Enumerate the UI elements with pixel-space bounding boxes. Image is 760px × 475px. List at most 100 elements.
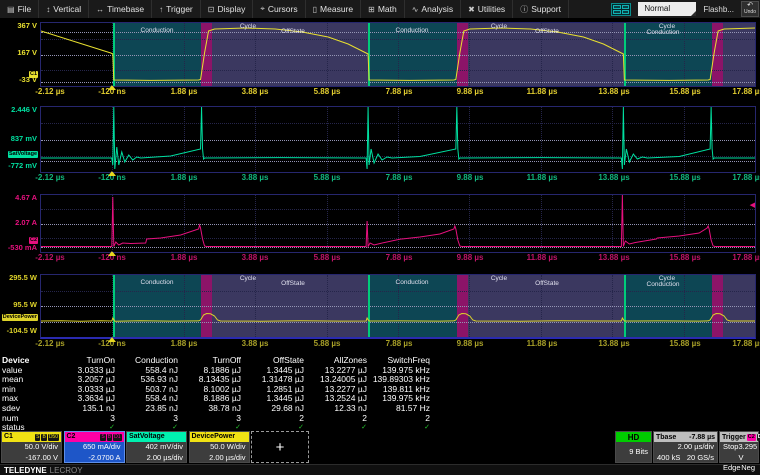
satvoltage-waveform (41, 107, 755, 172)
zone-label: Cycle (240, 23, 256, 30)
descriptor-badge: S (35, 434, 40, 441)
menu-item-vertical[interactable]: ↕Vertical (39, 0, 89, 18)
undo-button[interactable]: ↶ Undo (741, 1, 759, 17)
menu-item-trigger[interactable]: ↑Trigger (152, 0, 201, 18)
trigger-slope: Neg (741, 463, 755, 474)
channel-descriptor-c1[interactable]: C1SBD5050.0 V/div-167.00 V (1, 431, 62, 463)
table-cell: 135.1 nJ (52, 404, 115, 414)
timebase-descriptor[interactable]: Tbase -7.88 µs 2.00 µs/div 400 kS 20 GS/… (653, 431, 718, 463)
channel-descriptor-c2[interactable]: C2SBD1650 mA/div-2.0700 A (64, 431, 125, 463)
menu-item-label: Trigger (166, 4, 193, 14)
menu-item-label: Vertical (53, 4, 81, 14)
x-tick-label: 17.88 µs (732, 339, 760, 348)
menu-item-math[interactable]: ⊞Math (361, 0, 405, 18)
measure-icon: ▯ (313, 5, 317, 14)
trigger-mode-dropdown[interactable]: Normal (638, 2, 696, 16)
channel-ground-marker-devicepower[interactable]: DevicePower (2, 314, 38, 321)
y-axis-label-bottom: -772 mV (0, 161, 37, 170)
x-tick-label: 11.88 µs (527, 253, 558, 262)
x-tick-label: 9.88 µs (457, 173, 484, 182)
hd-mode-box[interactable]: HD 9 Bits (615, 431, 652, 463)
measurement-table: DeviceTurnOnConductionTurnOffOffStateAll… (2, 356, 430, 433)
status-bar: TELEDYNELECROY (0, 464, 760, 475)
descriptor-header: C1SBD50 (2, 432, 61, 442)
y-axis-label-top: 4.67 A (0, 193, 37, 202)
x-tick-label: 13.88 µs (598, 173, 629, 182)
grid-section-devicepower: 295.5 W 95.5 W -104.5 W DevicePower Cond… (0, 274, 760, 351)
channel-descriptor-satvoltage[interactable]: SatVoltage402 mV/div2.00 µs/div (126, 431, 187, 463)
menu-item-support[interactable]: ⓘSupport (513, 0, 569, 18)
y-axis-label-mid: 2.07 A (0, 218, 37, 227)
y-axis-label-bottom: -104.5 W (0, 326, 37, 335)
waveform-grid-c1[interactable]: ConductionCycleOffStateConductionCycleOf… (40, 22, 756, 87)
menu-item-analysis[interactable]: ∿Analysis (405, 0, 461, 18)
menu-item-label: Measure (320, 4, 353, 14)
menu-item-measure[interactable]: ▯Measure (306, 0, 361, 18)
y-axis-label-top: 367 V (0, 21, 37, 30)
trigger-level-marker[interactable]: ◀ (750, 202, 755, 209)
descriptor-badge: S (100, 434, 105, 441)
descriptor-badge: B (107, 434, 112, 441)
zone-label: OffState (281, 28, 305, 35)
x-tick-label: 7.88 µs (386, 339, 413, 348)
y-axis-label-mid: 95.5 W (0, 300, 37, 309)
x-tick-label: -2.12 µs (35, 253, 65, 262)
menu-item-timebase[interactable]: ↔Timebase (89, 0, 152, 18)
oscilloscope-app: ▤File↕Vertical↔Timebase↑Trigger⊡Display⌖… (0, 0, 760, 475)
table-cell: 12.33 nJ (304, 404, 367, 414)
channel-ground-marker-satvoltage[interactable]: SatVoltage (8, 151, 38, 158)
channel-descriptor-devicepower[interactable]: DevicePower50.0 W/div2.00 µs/div (189, 431, 250, 463)
waveform-grid-devicepower[interactable]: ConductionCycleOffStateConductionCycleOf… (40, 274, 756, 339)
x-axis-c2: -2.12 µs-120 ns1.88 µs3.88 µs5.88 µs7.88… (0, 252, 760, 264)
x-tick-label: 7.88 µs (386, 253, 413, 262)
x-tick-label: 5.88 µs (314, 253, 341, 262)
display-grid-button[interactable] (611, 3, 631, 16)
y-axis-label-bottom: -530 mA (0, 243, 37, 252)
zone-label: Cycle (240, 275, 256, 282)
hd-badge: HD (616, 432, 651, 442)
table-cell: 2 (241, 414, 304, 424)
support-icon: ⓘ (520, 4, 528, 15)
trigger-descriptor[interactable]: Trigger C2 DC Stop 3.295 V Edge Neg (719, 431, 759, 463)
x-tick-label: 1.88 µs (171, 173, 198, 182)
x-tick-label: 3.88 µs (242, 173, 269, 182)
x-tick-label: 5.88 µs (314, 339, 341, 348)
table-cell: 2 (304, 414, 367, 424)
channel-ground-marker-c1[interactable]: C1 (29, 71, 38, 78)
x-tick-label: 1.88 µs (171, 253, 198, 262)
vertical-arrows-icon: ↕ (46, 5, 50, 14)
menu-item-utilities[interactable]: ✖Utilities (461, 0, 513, 18)
x-tick-label: 15.88 µs (669, 339, 700, 348)
trigger-arrow-icon: ↑ (159, 5, 163, 14)
descriptor-badge: D1 (113, 434, 121, 441)
menu-item-label: Timebase (107, 4, 144, 14)
flashback-button[interactable]: Flashb... (703, 5, 734, 14)
waveform-grid-satvoltage[interactable] (40, 106, 756, 173)
zone-label: Conduction (396, 27, 429, 34)
menu-item-file[interactable]: ▤File (0, 0, 39, 18)
descriptor-scale: 650 mA/div (65, 442, 124, 453)
timebase-label: Tbase (656, 434, 676, 441)
x-tick-label: 3.88 µs (242, 87, 269, 96)
timebase-scale: 2.00 µs/div (678, 442, 714, 453)
descriptor-badge: B (41, 434, 46, 441)
add-trace-button[interactable]: + (251, 431, 309, 463)
x-tick-label: -2.12 µs (35, 173, 65, 182)
analysis-icon: ∿ (412, 5, 419, 14)
x-tick-label: 1.88 µs (171, 339, 198, 348)
waveform-grid-c2[interactable]: ◀ (40, 194, 756, 253)
menu-item-label: Analysis (421, 4, 453, 14)
channel-ground-marker-c2[interactable]: C2 (29, 237, 38, 244)
descriptor-offset: -167.00 V (2, 453, 61, 464)
descriptor-badge: D50 (48, 434, 59, 441)
x-tick-label: -2.12 µs (35, 339, 65, 348)
x-axis-devicepower: -2.12 µs-120 ns1.88 µs3.88 µs5.88 µs7.88… (0, 338, 760, 350)
zone-label: OffState (535, 280, 559, 287)
menu-item-cursors[interactable]: ⌖Cursors (253, 0, 305, 18)
channel-name: C2 (67, 432, 76, 442)
trigger-source-badge: C2 (747, 434, 756, 441)
menu-item-display[interactable]: ⊡Display (201, 0, 254, 18)
x-tick-label: 9.88 µs (457, 339, 484, 348)
grid-section-c2: 4.67 A 2.07 A -530 mA C2 ◀ -2.12 µs-120 … (0, 194, 760, 266)
x-tick-label: 1.88 µs (171, 87, 198, 96)
